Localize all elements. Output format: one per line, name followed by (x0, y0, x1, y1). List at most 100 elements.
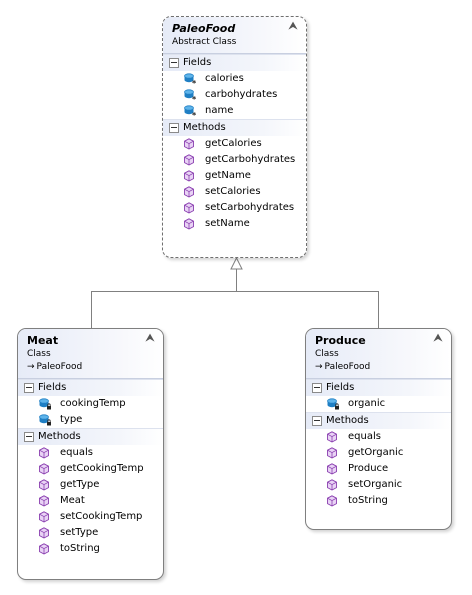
class-kind: Class (315, 349, 339, 359)
method-list: getCalories getCarbohydrates getName setCal… (163, 136, 306, 232)
section-collapse-icon[interactable] (24, 432, 34, 442)
method-name: getCarbohydrates (205, 154, 296, 165)
class-paleofood[interactable]: PaleoFood Abstract Class ⮝ Fields * calor… (162, 16, 307, 258)
field-name: type (60, 414, 83, 425)
section-collapse-icon[interactable] (169, 58, 179, 68)
methods-section-header[interactable]: Methods (18, 428, 163, 445)
method-item[interactable]: getOrganic (306, 445, 451, 461)
method-icon (183, 138, 197, 150)
method-item[interactable]: equals (306, 429, 451, 445)
private-field-icon (38, 414, 52, 426)
method-name: toString (348, 495, 388, 506)
methods-section-header[interactable]: Methods (306, 412, 451, 429)
method-item[interactable]: setCalories (163, 184, 306, 200)
method-item[interactable]: toString (18, 541, 163, 557)
method-name: setCookingTemp (60, 511, 143, 522)
svg-text:*: * (192, 79, 197, 85)
method-item[interactable]: setName (163, 216, 306, 232)
method-item[interactable]: getCarbohydrates (163, 152, 306, 168)
method-item[interactable]: Meat (18, 493, 163, 509)
class-meat[interactable]: Meat Class → PaleoFood ⮝ Fields cookingTe… (17, 328, 164, 580)
method-list: equals getOrganic Produce setOrganic toStrin… (306, 429, 451, 509)
private-field-icon (38, 398, 52, 410)
field-list: organic (306, 396, 451, 412)
method-list: equals getCookingTemp getType Meat setCookin… (18, 445, 163, 557)
method-icon (326, 431, 340, 443)
method-name: setCarbohydrates (205, 202, 295, 213)
inherits-arrow-icon: → (27, 362, 35, 372)
field-list: * calories * carbohydrates * name (163, 71, 306, 120)
method-icon (183, 170, 197, 182)
field-item[interactable]: * name (163, 103, 306, 120)
section-collapse-icon[interactable] (24, 383, 34, 393)
method-icon (183, 154, 197, 166)
method-name: getCalories (205, 138, 262, 149)
method-item[interactable]: getCalories (163, 136, 306, 152)
method-name: setOrganic (348, 479, 403, 490)
class-kind: Abstract Class (172, 37, 237, 47)
methods-section-header[interactable]: Methods (163, 119, 306, 136)
method-icon (326, 479, 340, 491)
inheritance-arrowhead (230, 256, 243, 270)
method-name: equals (348, 431, 381, 442)
section-collapse-icon[interactable] (169, 123, 179, 133)
base-class-name: PaleoFood (324, 362, 371, 372)
method-item[interactable]: getName (163, 168, 306, 184)
field-item[interactable]: * calories (163, 71, 306, 88)
method-name: getCookingTemp (60, 463, 144, 474)
collapse-icon[interactable]: ⮝ (143, 332, 157, 346)
method-item[interactable]: setType (18, 525, 163, 541)
fields-section-label: Fields (183, 57, 212, 68)
method-item[interactable]: toString (306, 493, 451, 509)
method-name: Produce (348, 463, 389, 474)
methods-section-label: Methods (38, 431, 81, 442)
method-item[interactable]: setOrganic (306, 477, 451, 493)
method-name: setType (60, 527, 99, 538)
fields-section-header[interactable]: Fields (18, 379, 163, 396)
field-name: cookingTemp (60, 398, 126, 409)
svg-text:*: * (192, 95, 197, 101)
method-item[interactable]: setCookingTemp (18, 509, 163, 525)
method-item[interactable]: equals (18, 445, 163, 461)
method-item[interactable]: getType (18, 477, 163, 493)
method-name: setCalories (205, 186, 261, 197)
method-icon (326, 447, 340, 459)
method-icon (38, 527, 52, 539)
method-item[interactable]: setCarbohydrates (163, 200, 306, 216)
section-collapse-icon[interactable] (312, 416, 322, 426)
field-name: organic (348, 398, 386, 409)
method-icon (183, 202, 197, 214)
base-class: → PaleoFood (315, 361, 451, 374)
field-item[interactable]: type (18, 412, 163, 428)
method-icon (38, 447, 52, 459)
protected-field-icon: * (183, 73, 197, 88)
method-icon (38, 543, 52, 555)
field-item[interactable]: organic (306, 396, 451, 412)
class-header: Produce Class → PaleoFood ⮝ (306, 329, 451, 379)
method-name: Meat (60, 495, 85, 506)
class-produce[interactable]: Produce Class → PaleoFood ⮝ Fields organi… (305, 328, 452, 530)
collapse-icon[interactable]: ⮝ (431, 332, 445, 346)
methods-section-label: Methods (326, 415, 369, 426)
field-name: name (205, 105, 234, 116)
field-name: calories (205, 73, 244, 84)
method-item[interactable]: Produce (306, 461, 451, 477)
class-kind: Class (27, 349, 51, 359)
method-icon (38, 479, 52, 491)
method-name: toString (60, 543, 100, 554)
field-list: cookingTemp type (18, 396, 163, 428)
method-icon (326, 495, 340, 507)
section-collapse-icon[interactable] (312, 383, 322, 393)
private-field-icon (326, 398, 340, 410)
methods-section-label: Methods (183, 122, 226, 133)
method-item[interactable]: getCookingTemp (18, 461, 163, 477)
field-name: carbohydrates (205, 89, 278, 100)
field-item[interactable]: cookingTemp (18, 396, 163, 412)
collapse-icon[interactable]: ⮝ (286, 20, 300, 34)
field-item[interactable]: * carbohydrates (163, 87, 306, 104)
base-class: → PaleoFood (27, 361, 163, 374)
fields-section-header[interactable]: Fields (163, 54, 306, 71)
protected-field-icon: * (183, 89, 197, 104)
fields-section-header[interactable]: Fields (306, 379, 451, 396)
method-name: getName (205, 170, 251, 181)
